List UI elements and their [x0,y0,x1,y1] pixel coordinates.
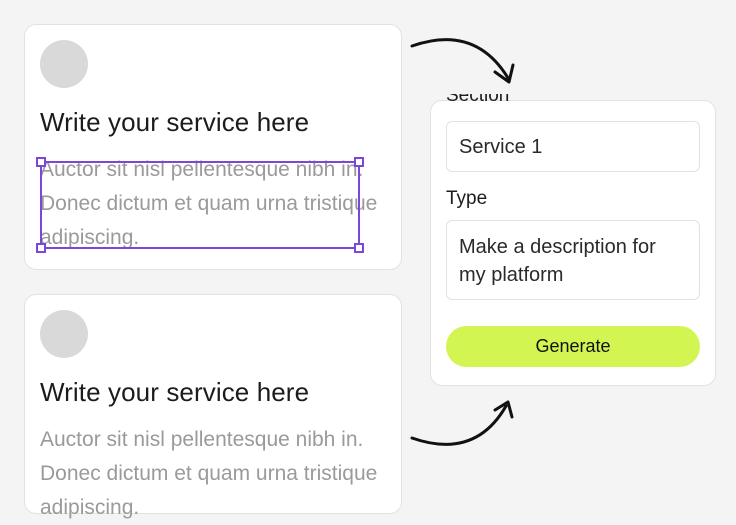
resize-handle-bottom-left[interactable] [36,243,46,253]
service-card[interactable]: Write your service here Auctor sit nisl … [24,294,402,519]
avatar [40,40,88,88]
selection-box[interactable] [36,157,364,253]
resize-handle-top-left[interactable] [36,157,46,167]
curved-arrow-icon [410,400,514,446]
type-textarea[interactable]: Make a description for my platform [446,220,700,300]
type-label: Type [446,188,488,209]
generate-button[interactable]: Generate [446,326,700,367]
avatar [40,310,88,358]
resize-handle-top-right[interactable] [354,157,364,167]
service-card-description[interactable]: Auctor sit nisl pellentesque nibh in. Do… [40,423,385,525]
service-card-title[interactable]: Write your service here [40,377,309,408]
section-input[interactable]: Service 1 [446,121,700,172]
curved-arrow-icon [410,38,515,84]
service-card-title[interactable]: Write your service here [40,107,309,138]
resize-handle-bottom-right[interactable] [354,243,364,253]
